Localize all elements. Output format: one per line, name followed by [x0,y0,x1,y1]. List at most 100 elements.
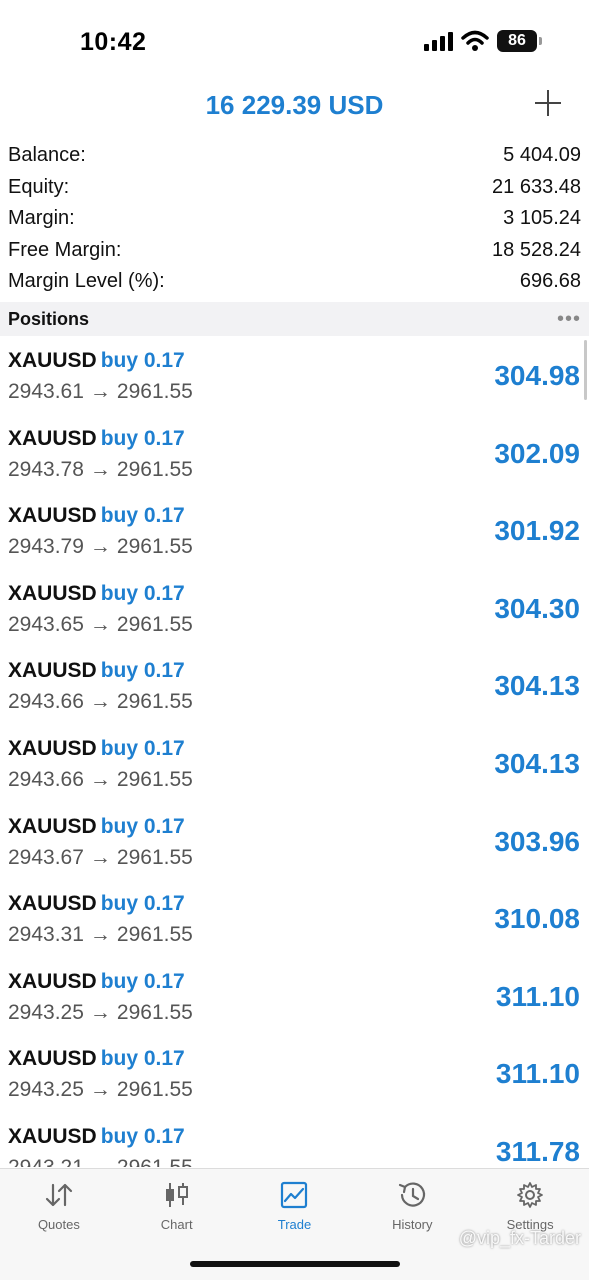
summary-row-equity: Equity: 21 633.48 [0,172,589,204]
tab-label: Quotes [37,1217,80,1232]
cellular-signal-icon [424,31,453,51]
position-current-price: 2961.55 [116,690,193,714]
position-current-price: 2961.55 [117,1156,193,1167]
scrollbar[interactable] [584,340,587,400]
position-profit: 304.30 [494,592,580,624]
tab-label: Trade [277,1217,312,1232]
position-type: buy 0.17 [100,814,185,838]
position-type: buy 0.17 [100,659,185,683]
position-profit: 311.78 [495,1135,580,1167]
position-open-price: 2943.61 [8,380,84,403]
position-current-price: 2961.55 [116,612,193,636]
position-type: buy 0.17 [100,892,185,916]
position-row[interactable]: XAUUSD buy 0.17 2943.31 → 2961.55 310.08 [0,880,589,958]
arrow-right-icon: → [90,1156,111,1167]
position-profit: 311.10 [495,980,580,1012]
summary-value: 696.68 [519,270,581,293]
position-type: buy 0.17 [100,349,185,372]
tab-quotes[interactable]: Quotes [0,1169,118,1280]
position-profit: 304.98 [494,360,580,391]
position-current-price: 2961.55 [116,767,193,791]
position-open-price: 2943.25 [8,1000,84,1024]
positions-title: Positions [8,308,90,329]
chart-icon [165,1183,188,1207]
summary-value: 3 105.24 [503,207,581,230]
position-open-price: 2943.66 [8,767,84,791]
position-profit: 302.09 [494,437,580,469]
position-current-price: 2961.55 [116,457,193,481]
position-type: buy 0.17 [100,1124,185,1148]
position-type: buy 0.17 [100,504,185,528]
tab-label: History [392,1217,433,1232]
position-row[interactable]: XAUUSD buy 0.17 2943.67 → 2961.55 303.96 [0,803,589,881]
summary-label: Equity: [8,175,70,198]
arrow-right-icon: → [89,1000,111,1024]
position-row[interactable]: XAUUSD buy 0.17 2943.78 → 2961.55 302.09 [0,415,589,493]
arrow-right-icon: → [89,535,111,559]
position-symbol: XAUUSD [8,504,97,528]
position-row[interactable]: XAUUSDbuy 0.17 2943.21 → 2961.55 311.78 [0,1113,589,1167]
position-open-price: 2943.25 [8,1078,84,1102]
account-equity-title: 16 229.39 USD [205,90,384,120]
arrow-right-icon: → [89,923,111,947]
arrow-right-icon: → [89,1078,111,1102]
summary-value: 18 528.24 [492,238,581,261]
history-icon [399,1182,426,1207]
position-current-price: 2961.55 [116,535,193,559]
summary-label: Margin Level (%): [8,270,165,293]
position-open-price: 2943.66 [8,690,84,714]
summary-row-free-margin: Free Margin: 18 528.24 [0,235,589,267]
wifi-icon [461,30,489,51]
position-row[interactable]: XAUUSD buy 0.17 2943.79 → 2961.55 301.92 [0,492,589,570]
position-open-price: 2943.31 [8,923,84,947]
position-row[interactable]: XAUUSD buy 0.17 2943.25 → 2961.55 311.10 [0,1035,589,1113]
add-order-button[interactable] [533,88,563,118]
header: 16 229.39 USD [0,80,589,130]
position-type: buy 0.17 [100,426,185,450]
summary-value: 5 404.09 [503,144,581,167]
position-open-price: 2943.78 [8,457,84,481]
position-profit: 311.10 [495,1058,580,1090]
position-symbol: XAUUSD [8,349,97,372]
position-type: buy 0.17 [100,581,185,605]
position-symbol: XAUUSD [8,892,97,916]
position-row[interactable]: XAUUSD buy 0.17 2943.66 → 2961.55 304.13 [0,725,589,803]
more-options-icon[interactable]: ••• [557,308,581,331]
position-symbol: XAUUSD [8,736,97,760]
settings-icon [517,1182,543,1208]
position-type: buy 0.17 [100,969,185,993]
positions-list[interactable]: XAUUSD buy 0.17 2943.61 → 2961.55 304.98 XA… [0,337,589,1167]
position-symbol: XAUUSD [8,1124,97,1148]
tab-settings[interactable]: Settings [471,1169,589,1280]
status-icons: 86 [424,30,542,52]
position-row[interactable]: XAUUSD buy 0.17 2943.65 → 2961.55 304.30 [0,570,589,648]
position-profit: 301.92 [494,515,580,547]
position-row[interactable]: XAUUSD buy 0.17 2943.66 → 2961.55 304.13 [0,647,589,725]
position-symbol: XAUUSD [8,426,97,450]
position-profit: 304.13 [494,670,580,702]
summary-label: Balance: [8,144,86,167]
position-profit: 304.13 [494,747,580,779]
trade-icon [281,1181,308,1209]
position-row[interactable]: XAUUSD buy 0.17 2943.61 → 2961.55 304.98 [0,337,589,415]
position-open-price: 2943.65 [8,612,84,636]
position-open-price: 2943.79 [8,535,84,559]
status-bar: 10:42 86 [0,0,589,80]
battery-icon: 86 [497,30,542,52]
summary-row-margin-level: Margin Level (%): 696.68 [0,266,589,298]
summary-value: 21 633.48 [492,175,581,198]
position-type: buy 0.17 [100,736,185,760]
summary-row-balance: Balance: 5 404.09 [0,140,589,172]
summary-row-margin: Margin: 3 105.24 [0,203,589,235]
position-type: buy 0.17 [100,1047,185,1071]
watermark: @vip_fx-Tarder [458,1228,581,1248]
position-current-price: 2961.55 [116,845,193,869]
position-open-price: 2943.21 [8,1156,84,1167]
arrow-right-icon: → [89,845,111,869]
home-indicator[interactable] [190,1261,400,1267]
positions-section-header: Positions ••• [0,302,589,336]
arrow-right-icon: → [89,380,111,403]
position-symbol: XAUUSD [8,814,97,838]
position-row[interactable]: XAUUSD buy 0.17 2943.25 → 2961.55 311.10 [0,958,589,1036]
position-symbol: XAUUSD [8,1047,97,1071]
